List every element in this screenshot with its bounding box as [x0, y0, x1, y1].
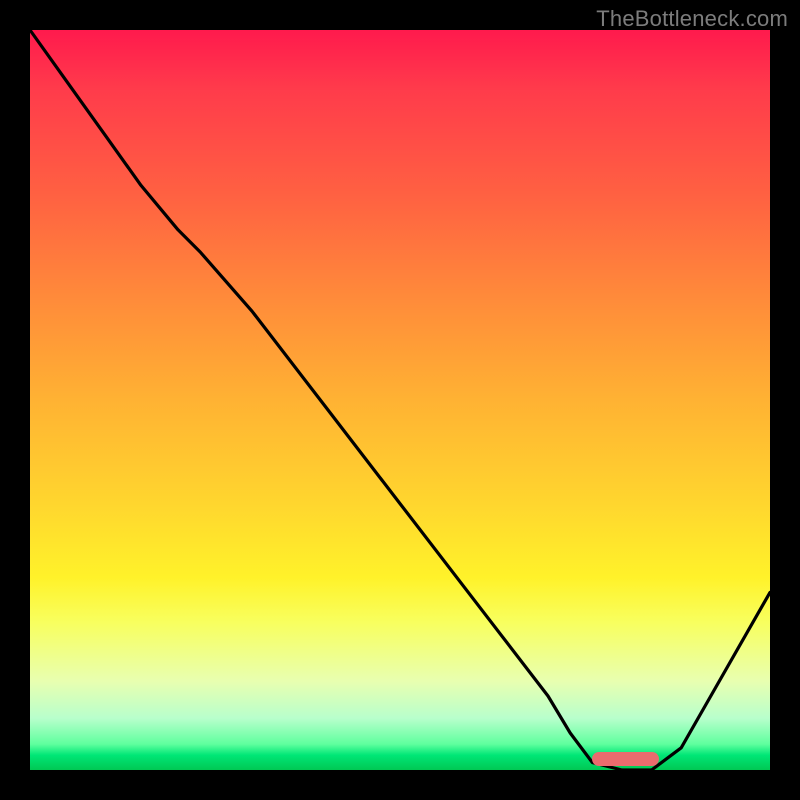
bottleneck-curve-path — [30, 30, 770, 770]
optimal-range-marker — [592, 752, 659, 766]
plot-area — [30, 30, 770, 770]
chart-frame: TheBottleneck.com — [0, 0, 800, 800]
watermark-text: TheBottleneck.com — [596, 6, 788, 32]
curve-svg — [30, 30, 770, 770]
